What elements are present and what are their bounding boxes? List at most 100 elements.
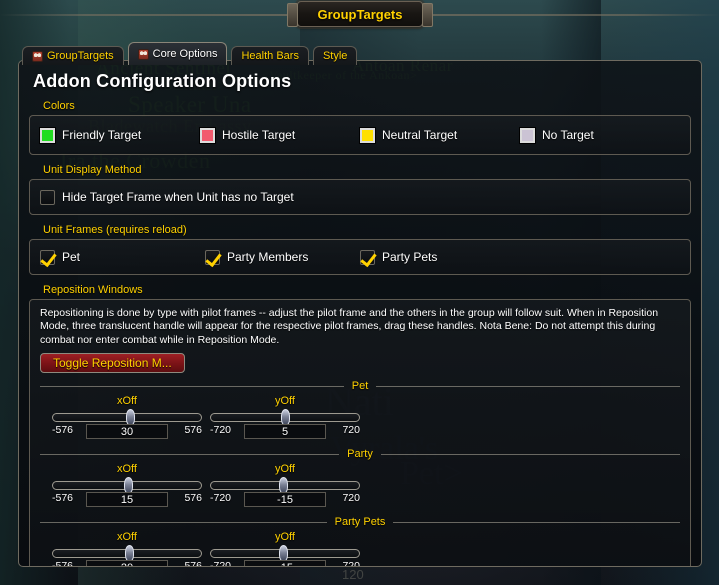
divider-line [40, 385, 344, 387]
checkbox-box[interactable] [40, 249, 55, 265]
reposition-windows-group: Reposition Windows Repositioning is done… [29, 284, 691, 567]
background-number: 120 [342, 567, 364, 582]
slider-title: xOff [117, 463, 137, 476]
divider-line [393, 521, 680, 523]
sliders-row: xOff -576 576 15 yOff -720 720 -15 [40, 463, 680, 509]
checkbox-pet[interactable]: Pet [40, 249, 205, 265]
slider-value-input[interactable]: 5 [244, 424, 326, 440]
game-screen: Ancient Sentinel <Ancient Sentinel> Spea… [0, 0, 719, 585]
divider-line [40, 453, 340, 455]
color-hostile-target[interactable]: Hostile Target [200, 127, 360, 143]
slider-max-label: 576 [184, 492, 202, 505]
addon-icon [32, 50, 43, 62]
divider-line [40, 521, 327, 523]
slider-title: xOff [117, 531, 137, 544]
checkbox-box[interactable] [205, 249, 220, 265]
addon-icon [137, 48, 149, 60]
slider-min-label: -720 [210, 560, 232, 567]
slider-min-label: -720 [210, 492, 232, 505]
checkbox-box[interactable] [40, 189, 55, 205]
checkbox-party-members[interactable]: Party Members [205, 249, 360, 265]
section-title: Party [347, 448, 373, 461]
page-title: Addon Configuration Options [33, 71, 292, 91]
slider-pet-xoff[interactable]: xOff -576 576 30 [52, 395, 202, 441]
color-label: No Target [542, 128, 594, 142]
reposition-windows-label: Reposition Windows [43, 284, 143, 296]
window-title-banner: GroupTargets [287, 1, 433, 27]
slider-pet-yoff[interactable]: yOff -720 720 5 [210, 395, 360, 441]
slider-title: yOff [275, 531, 295, 544]
checkbox-label: Party Members [227, 250, 309, 264]
slider-min-label: -576 [52, 492, 74, 505]
unit-display-method-group: Unit Display Method Hide Target Frame wh… [29, 164, 691, 215]
divider-line [380, 453, 680, 455]
color-friendly-target[interactable]: Friendly Target [40, 127, 200, 143]
tab-label: Style [322, 50, 348, 62]
tab-label: GroupTargets [47, 50, 114, 62]
slider-value-input[interactable]: 15 [86, 492, 168, 508]
unit-frames-label: Unit Frames (requires reload) [43, 224, 187, 236]
toggle-reposition-mode-button[interactable]: Toggle Reposition M... [40, 353, 185, 374]
section-divider: Party Pets [40, 515, 680, 529]
section-divider: Party [40, 447, 680, 461]
checkbox-label: Party Pets [382, 250, 438, 264]
section-divider: Pet [40, 379, 681, 393]
color-no-target[interactable]: No Target [520, 127, 680, 143]
slider-value-input[interactable]: 30 [86, 424, 168, 440]
slider-max-label: 720 [342, 560, 360, 567]
slider-value-input[interactable]: -15 [244, 560, 326, 566]
slider-section-party-pets: Party Pets xOff -576 576 20 [40, 515, 680, 567]
slider-section-party: Party xOff -576 576 15 yOff -720 720 -15 [40, 447, 680, 509]
slider-max-label: 576 [184, 560, 202, 567]
color-label: Hostile Target [222, 128, 296, 142]
color-label: Neutral Target [382, 128, 458, 142]
slider-section-pet: Pet xOff -576 576 30 yOff -720 720 5 [40, 379, 681, 441]
slider-party-pets-yoff[interactable]: yOff -720 720 -15 [210, 531, 360, 567]
slider-max-label: 576 [184, 424, 202, 437]
unit-display-method-box: Hide Target Frame when Unit has no Targe… [29, 179, 691, 215]
reposition-windows-box: Repositioning is done by type with pilot… [29, 299, 691, 567]
slider-min-label: -576 [52, 424, 74, 437]
tab-core-options[interactable]: Core Options [127, 42, 228, 65]
color-swatch[interactable] [40, 127, 55, 143]
sliders-row: xOff -576 576 30 yOff -720 720 5 [40, 395, 680, 441]
slider-max-label: 720 [342, 492, 360, 505]
tab-style[interactable]: Style [312, 46, 358, 65]
slider-value-input[interactable]: -15 [244, 492, 326, 508]
unit-frames-box: Pet Party Members Party Pets [29, 239, 691, 275]
checkbox-hide-target-frame[interactable]: Hide Target Frame when Unit has no Targe… [40, 189, 294, 205]
slider-party-yoff[interactable]: yOff -720 720 -15 [210, 463, 360, 509]
color-swatch[interactable] [360, 127, 375, 143]
section-title: Party Pets [334, 516, 386, 529]
slider-min-label: -576 [52, 560, 74, 567]
window-title: GroupTargets [317, 6, 403, 22]
tab-health-bars[interactable]: Health Bars [231, 46, 309, 65]
checkbox-party-pets[interactable]: Party Pets [360, 249, 438, 265]
checkbox-box[interactable] [360, 249, 375, 265]
tab-bar: GroupTargets Core Options Health Bars St… [22, 42, 358, 65]
tab-grouptargets[interactable]: GroupTargets [22, 46, 124, 65]
color-neutral-target[interactable]: Neutral Target [360, 127, 520, 143]
color-swatch[interactable] [520, 127, 535, 143]
tab-label: Core Options [152, 48, 218, 60]
config-panel: Addon Configuration Options Colors Frien… [18, 60, 702, 567]
slider-max-label: 720 [342, 424, 360, 437]
sliders-row: xOff -576 576 20 yOff -720 720 [40, 531, 680, 567]
colors-group: Colors Friendly Target Hostile Target Ne… [29, 100, 691, 155]
color-swatch[interactable] [200, 127, 215, 143]
colors-group-box: Friendly Target Hostile Target Neutral T… [29, 115, 691, 155]
slider-value-input[interactable]: 20 [86, 560, 168, 566]
slider-min-label: -720 [210, 424, 232, 437]
section-title: Pet [351, 380, 369, 393]
slider-party-pets-xoff[interactable]: xOff -576 576 20 [52, 531, 202, 567]
slider-party-xoff[interactable]: xOff -576 576 15 [52, 463, 202, 509]
checkbox-label: Pet [62, 250, 81, 264]
slider-title: yOff [275, 395, 295, 408]
slider-title: xOff [117, 395, 137, 408]
colors-group-label: Colors [43, 100, 75, 112]
unit-display-method-row: Hide Target Frame when Unit has no Targe… [40, 187, 680, 207]
reposition-description: Repositioning is done by type with pilot… [40, 307, 659, 346]
tab-label: Health Bars [241, 50, 299, 62]
checkbox-label: Hide Target Frame when Unit has no Targe… [62, 190, 294, 204]
color-label: Friendly Target [62, 128, 142, 142]
